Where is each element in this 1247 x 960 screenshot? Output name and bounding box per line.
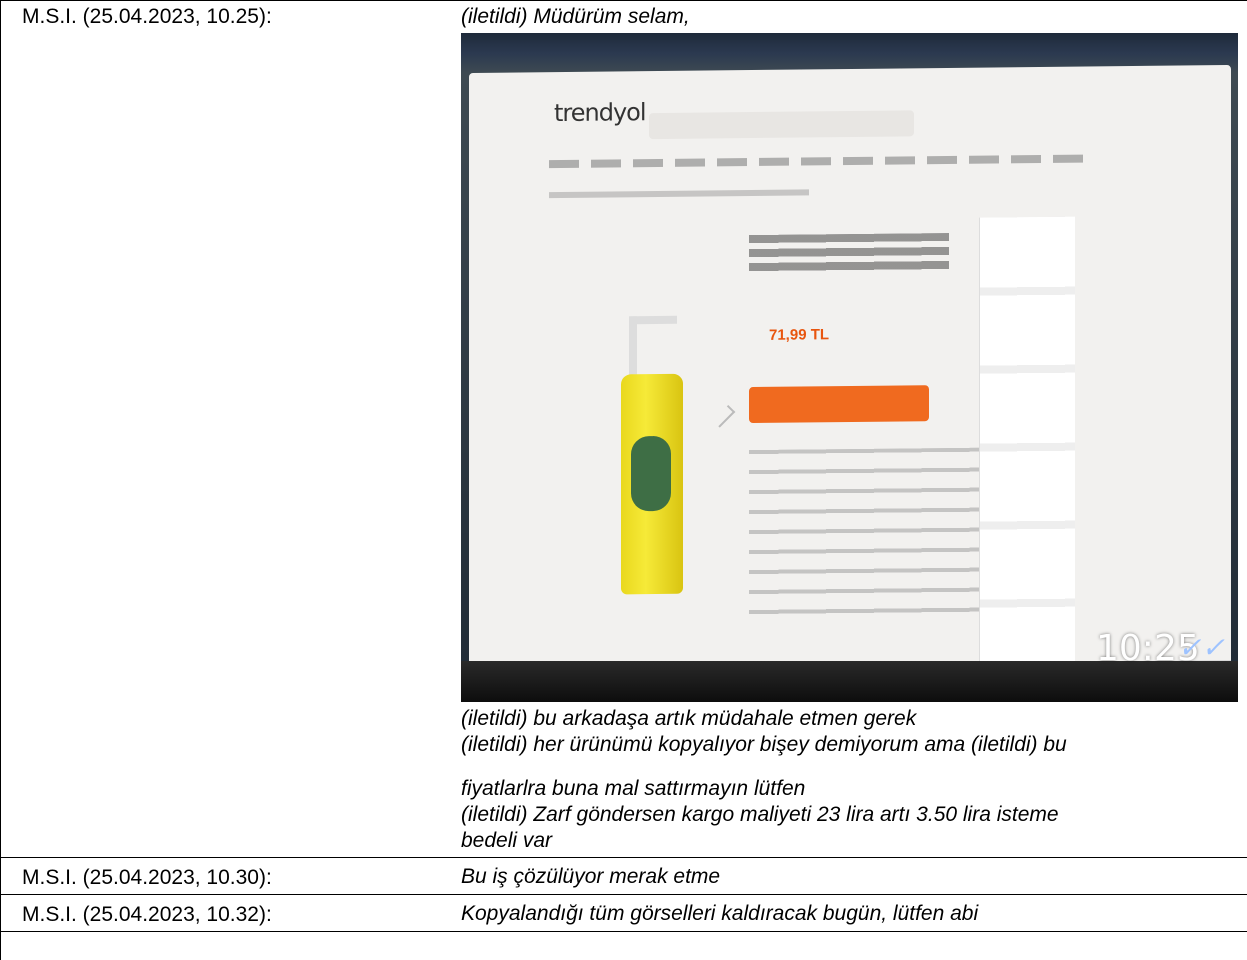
- forwarded-screenshot-photo: trendyol 71,99 TL 10:25 ✓✓: [461, 33, 1238, 702]
- row-divider: [0, 0, 1247, 1]
- product-image: [609, 315, 689, 602]
- sender-label: M.S.I. (25.04.2023, 10.32):: [22, 903, 272, 926]
- site-breadcrumb: [549, 189, 809, 199]
- message-text: bedeli var: [461, 829, 553, 852]
- site-search-bar: [649, 110, 914, 140]
- chevron-right-icon: [712, 404, 736, 428]
- message-text: (iletildi) Zarf göndersen kargo maliyeti…: [461, 803, 1059, 826]
- message-text: Bu iş çözülüyor merak etme: [461, 865, 721, 888]
- message-text: Kopyalandığı tüm görselleri kaldıracak b…: [461, 902, 979, 925]
- table-left-border: [0, 0, 1, 960]
- sender-label: M.S.I. (25.04.2023, 10.25):: [22, 5, 272, 28]
- row-divider: [0, 894, 1247, 895]
- add-to-cart-button: [749, 385, 929, 424]
- row-divider: [0, 931, 1247, 932]
- message-text: fiyatlarlra buna mal sattırmayın lütfen: [461, 777, 806, 800]
- product-title: [749, 232, 949, 276]
- read-receipt-icon: ✓✓: [1178, 632, 1225, 663]
- message-text: (iletildi) bu arkadaşa artık müdahale et…: [461, 707, 917, 730]
- message-text: (iletildi) Müdürüm selam,: [461, 5, 690, 28]
- row-divider: [0, 857, 1247, 858]
- bottle-label: [631, 435, 671, 512]
- seller-sidebar: [979, 216, 1075, 668]
- monitor-screen: trendyol 71,99 TL: [469, 65, 1231, 698]
- sender-label: M.S.I. (25.04.2023, 10.30):: [22, 866, 272, 889]
- site-menu: [549, 154, 1094, 169]
- message-text: (iletildi) her ürünümü kopyalıyor bişey …: [461, 733, 1067, 756]
- site-logo: trendyol: [554, 98, 646, 128]
- chat-log-table: M.S.I. (25.04.2023, 10.25): (iletildi) M…: [0, 0, 1247, 960]
- product-price: 71,99 TL: [769, 326, 830, 344]
